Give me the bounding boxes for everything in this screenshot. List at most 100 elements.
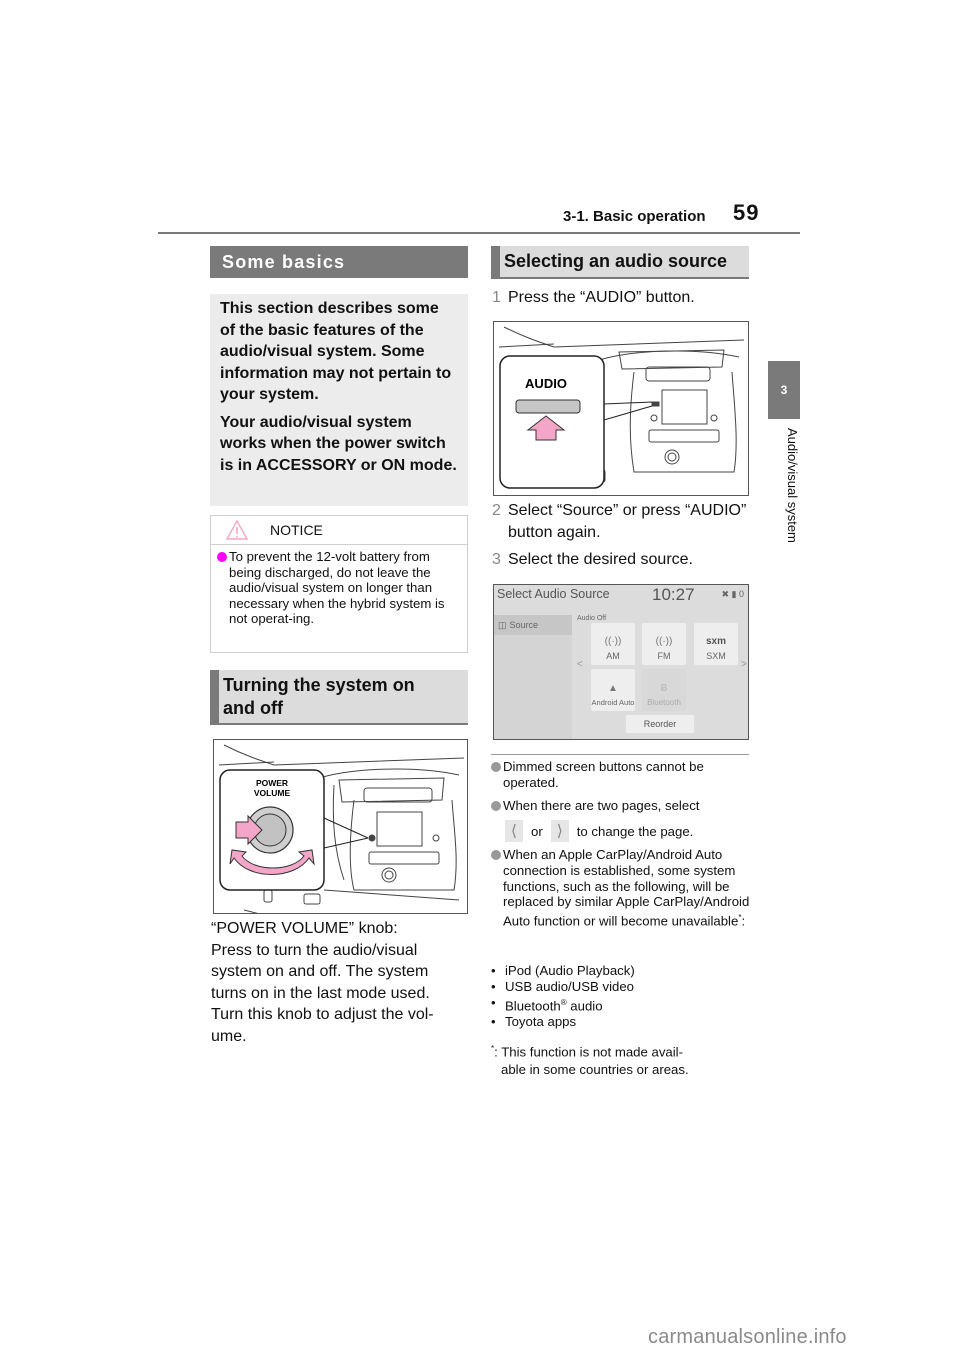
chevron-left-icon: ⟨ xyxy=(505,820,523,842)
text-line: ume. xyxy=(211,1027,247,1045)
turning-heading-line: Turning the system on xyxy=(223,675,415,695)
footnote-text: able in some countries or areas. xyxy=(501,1062,689,1078)
step-3: 3 Select the desired source. xyxy=(492,549,762,571)
note-text: When an Apple CarPlay/Android Auto conne… xyxy=(503,847,761,929)
step-number: 3 xyxy=(492,551,501,568)
page-number: 59 xyxy=(733,200,760,225)
tile-bluetooth[interactable]: Ƀ Bluetooth xyxy=(642,669,686,711)
some-basics-heading: Some basics xyxy=(210,246,468,278)
list-item-text: Bluetooth xyxy=(505,997,561,1013)
list-item-text: iPod (Audio Playback) xyxy=(505,963,635,978)
bullet-icon xyxy=(491,850,501,860)
header-rule xyxy=(158,232,800,234)
bullet-icon xyxy=(491,801,501,811)
tile-fm[interactable]: ((·)) FM xyxy=(642,623,686,665)
source-label: Source xyxy=(509,620,539,630)
power-label: POWER xyxy=(256,778,288,788)
power-volume-figure: POWER VOLUME xyxy=(213,739,468,914)
list-item-text: audio xyxy=(566,997,603,1013)
footnote-text: : This function is not made avail- xyxy=(494,1044,683,1060)
list-item: • Toyota apps xyxy=(491,1013,577,1029)
screen-title: Select Audio Source xyxy=(497,587,610,601)
turning-heading: Turning the system on and off xyxy=(210,670,468,725)
note-text: When there are two pages, select xyxy=(503,798,700,813)
knob-description: “POWER VOLUME” knob: Press to turn the a… xyxy=(211,918,471,1047)
step-text: Select the desired source. xyxy=(508,551,693,568)
tile-label: Android Auto xyxy=(591,698,635,707)
notice-text: To prevent the 12-volt battery from bein… xyxy=(229,549,445,627)
step-number: 1 xyxy=(492,289,501,306)
note-two-pages: When there are two pages, select xyxy=(491,798,761,814)
audio-button xyxy=(515,399,581,414)
dashboard-illustration: POWER VOLUME xyxy=(218,744,465,913)
note-text: to change the page. xyxy=(576,823,694,839)
android-auto-icon: ▲ xyxy=(608,683,618,694)
notice-box: NOTICE To prevent the 12-volt battery fr… xyxy=(210,515,468,653)
text-line: system on and off. The system xyxy=(211,963,429,980)
text-line: turns on in the last mode used. xyxy=(211,984,430,1002)
dashboard-illustration: AUDIO xyxy=(498,326,745,489)
screen-time: 10:27 xyxy=(652,585,695,604)
turning-heading-line: and off xyxy=(223,698,283,718)
audio-label: AUDIO xyxy=(525,376,567,391)
watermark: carmanualsonline.info xyxy=(648,1326,847,1348)
intro-paragraph: Your audio/visual system works when the … xyxy=(220,413,457,474)
radio-antenna-icon: ((·)) xyxy=(655,636,673,647)
source-menu-item[interactable]: ◫ Source xyxy=(494,615,572,635)
chevron-right-icon: ⟩ xyxy=(550,820,569,842)
intro-box: This section describes some of the basic… xyxy=(210,294,468,506)
tile-android-auto[interactable]: ▲ Android Auto xyxy=(591,669,635,711)
intro-paragraph: This section describes some of the basic… xyxy=(220,300,452,403)
note-two-pages-continued: ⟨ or ⟩ to change the page. xyxy=(505,820,765,842)
list-item: • USB audio/USB video xyxy=(491,978,635,994)
list-item-text: Toyota apps xyxy=(505,1013,577,1029)
affected-functions-list: • iPod (Audio Playback) • USB audio/USB vi… xyxy=(491,963,761,1030)
divider xyxy=(491,754,749,755)
step-text: Press the “AUDIO” button. xyxy=(508,289,695,306)
select-audio-source-screen: Select Audio Source 10:27 ✖ ▮ 0 ◫ Source… xyxy=(493,584,749,740)
footnote: *: This function is not made avail- able… xyxy=(491,1040,761,1079)
chapter-number: 3 xyxy=(780,383,788,397)
note-text: Dimmed screen buttons cannot be operated… xyxy=(503,759,704,790)
tile-am[interactable]: ((·)) AM xyxy=(591,623,635,665)
bluetooth-icon: Ƀ xyxy=(660,683,668,694)
bullet-icon xyxy=(491,762,501,772)
text-line: Turn this knob to adjust the vol- xyxy=(211,1006,434,1023)
step-2: 2 Select “Source” or press “AUDIO” butto… xyxy=(492,500,762,544)
tile-label: SXM xyxy=(706,651,726,661)
sxm-icon: sxm xyxy=(705,636,726,647)
list-item: • iPod (Audio Playback) xyxy=(491,963,635,978)
list-item-text: USB audio/USB video xyxy=(505,978,635,994)
reorder-button[interactable]: Reorder xyxy=(626,715,694,733)
audio-button-figure: AUDIO xyxy=(493,321,749,496)
note-carplay: When an Apple CarPlay/Android Auto conne… xyxy=(491,847,761,929)
note-text: or xyxy=(531,823,543,839)
audio-off-label: Audio Off xyxy=(577,615,607,622)
text-line: “POWER VOLUME” knob: xyxy=(211,920,398,937)
chapter-tab: 3 xyxy=(768,361,800,419)
tile-sxm[interactable]: sxm SXM xyxy=(694,623,738,665)
selecting-source-heading-text: Selecting an audio source xyxy=(504,251,728,271)
volume-label: VOLUME xyxy=(254,788,291,798)
list-item: • Bluetooth® audio xyxy=(491,994,603,1013)
notice-title: NOTICE xyxy=(270,522,323,538)
warning-triangle-icon xyxy=(226,520,248,540)
bullet-icon xyxy=(217,552,227,562)
source-icon: ◫ xyxy=(498,619,507,630)
selecting-source-heading: Selecting an audio source xyxy=(491,246,749,279)
section-title: 3-1. Basic operation xyxy=(563,208,706,225)
tile-label: FM xyxy=(657,651,671,661)
next-page-arrow[interactable]: > xyxy=(741,659,747,670)
punctuation: : xyxy=(741,913,746,929)
chapter-label: Audio/visual system xyxy=(785,428,800,543)
step-number: 2 xyxy=(492,502,501,519)
tile-label: AM xyxy=(606,651,620,661)
radio-antenna-icon: ((·)) xyxy=(604,636,622,647)
note-dimmed: Dimmed screen buttons cannot be operated… xyxy=(491,759,761,791)
text-line: Press to turn the audio/visual xyxy=(211,941,418,959)
step-text: Select “Source” or press “AUDIO” button … xyxy=(508,502,747,541)
step-1: 1 Press the “AUDIO” button. xyxy=(492,287,762,309)
prev-page-arrow[interactable]: < xyxy=(577,659,583,670)
tile-label: Bluetooth xyxy=(647,698,681,707)
carplay-text: When an Apple CarPlay/Android Auto conne… xyxy=(503,847,750,929)
